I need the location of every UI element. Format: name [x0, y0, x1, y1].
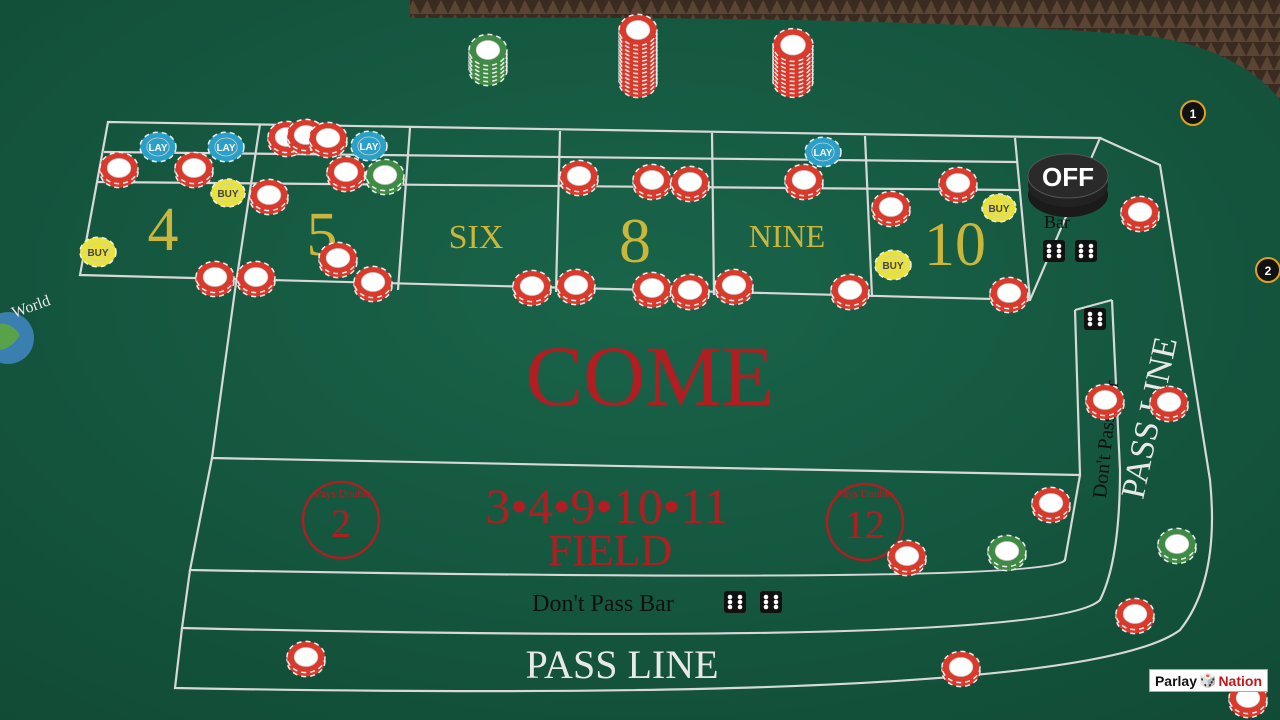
bet-chip[interactable]: [887, 539, 927, 577]
bet-chip[interactable]: [1157, 527, 1197, 565]
bet-chip[interactable]: [99, 151, 139, 189]
bet-chip[interactable]: [174, 151, 214, 189]
bet-chip[interactable]: [938, 166, 978, 204]
bet-chip[interactable]: [318, 241, 358, 279]
lay-chip[interactable]: LAY: [350, 130, 388, 162]
brand-name: Parlay: [1154, 672, 1197, 689]
brand-suffix: Nation: [1218, 672, 1262, 689]
bet-chip[interactable]: [353, 265, 393, 303]
bet-chip[interactable]: [1115, 597, 1155, 635]
lay-chip[interactable]: LAY: [139, 131, 177, 163]
svg-text:LAY: LAY: [813, 148, 832, 159]
buy-chip[interactable]: BUY: [210, 178, 246, 208]
svg-text:LAY: LAY: [148, 143, 167, 154]
bet-chip[interactable]: [1120, 195, 1160, 233]
bet-chip[interactable]: [670, 165, 710, 203]
bet-chip[interactable]: [195, 260, 235, 298]
bet-chip[interactable]: [871, 190, 911, 228]
svg-text:LAY: LAY: [216, 143, 235, 154]
bet-chip[interactable]: [1031, 486, 1071, 524]
off-puck: OFF: [1027, 153, 1109, 217]
bet-chip[interactable]: [286, 640, 326, 678]
place-number-six[interactable]: SIX: [449, 219, 504, 256]
bet-chip[interactable]: [670, 273, 710, 311]
bet-chip[interactable]: [512, 269, 552, 307]
dont-pass-bar-area[interactable]: Don't Pass Bar: [532, 591, 674, 617]
bet-chip[interactable]: [249, 178, 289, 216]
bet-chip[interactable]: [618, 13, 658, 99]
dice-icon: 🎲: [1199, 672, 1217, 688]
field-12-number: 12: [845, 502, 885, 547]
svg-text:1: 1: [1190, 107, 1197, 121]
svg-text:BUY: BUY: [988, 204, 1009, 215]
parlay-nation-watermark: Parlay 🎲 Nation: [1148, 669, 1268, 692]
svg-text:BUY: BUY: [217, 189, 238, 200]
bet-chip[interactable]: [308, 121, 348, 159]
bet-chip[interactable]: [468, 33, 508, 87]
buy-chip[interactable]: BUY: [874, 249, 912, 281]
bet-chip[interactable]: [772, 27, 814, 99]
place-number-10[interactable]: 10: [924, 211, 986, 279]
svg-text:LAY: LAY: [359, 142, 378, 153]
buy-chip[interactable]: BUY: [79, 236, 117, 268]
place-number-4[interactable]: 4: [148, 196, 179, 264]
bet-chip[interactable]: [714, 268, 754, 306]
bet-chip[interactable]: [941, 650, 981, 688]
bet-chip[interactable]: [1149, 385, 1189, 423]
bet-chip[interactable]: [556, 268, 596, 306]
bet-chip[interactable]: [987, 534, 1027, 572]
svg-text:2: 2: [1265, 264, 1272, 278]
bet-chip[interactable]: [559, 159, 599, 197]
pass-line-area[interactable]: PASS LINE: [525, 642, 718, 687]
field-2-number: 2: [331, 501, 351, 546]
place-number-nine[interactable]: NINE: [749, 218, 825, 254]
lay-chip[interactable]: LAY: [804, 136, 842, 168]
player-marker-1: 1: [1180, 100, 1206, 126]
bet-chip[interactable]: [830, 273, 870, 311]
bet-chip[interactable]: [236, 260, 276, 298]
field-bet-area[interactable]: FIELD: [548, 526, 673, 575]
bet-chip[interactable]: [632, 163, 672, 201]
come-bet-area[interactable]: COME: [526, 328, 774, 424]
puck-label: OFF: [1042, 162, 1094, 192]
field-2-caption: Pays Double: [315, 488, 371, 500]
bet-chip[interactable]: [632, 271, 672, 309]
buy-chip[interactable]: BUY: [981, 193, 1017, 223]
bet-chip[interactable]: [1085, 383, 1125, 421]
player-marker-2: 2: [1255, 257, 1280, 283]
bet-chip[interactable]: [989, 276, 1029, 314]
bet-chip[interactable]: [365, 158, 405, 196]
craps-table: 4 5 SIX 8 NINE 10 COME 3•4•9•10•11 FIELD…: [0, 0, 1280, 720]
table-felt: 4 5 SIX 8 NINE 10 COME 3•4•9•10•11 FIELD…: [0, 0, 1280, 720]
bet-chip[interactable]: [784, 163, 824, 201]
lay-chip[interactable]: LAY: [207, 131, 245, 163]
field-12-caption: Pays Double: [837, 488, 893, 500]
dont-pass-vertical-dice-icon: [1084, 308, 1106, 330]
place-number-8[interactable]: 8: [619, 205, 651, 276]
svg-text:BUY: BUY: [882, 261, 903, 272]
bet-chip[interactable]: [326, 155, 366, 193]
svg-text:BUY: BUY: [87, 248, 108, 259]
